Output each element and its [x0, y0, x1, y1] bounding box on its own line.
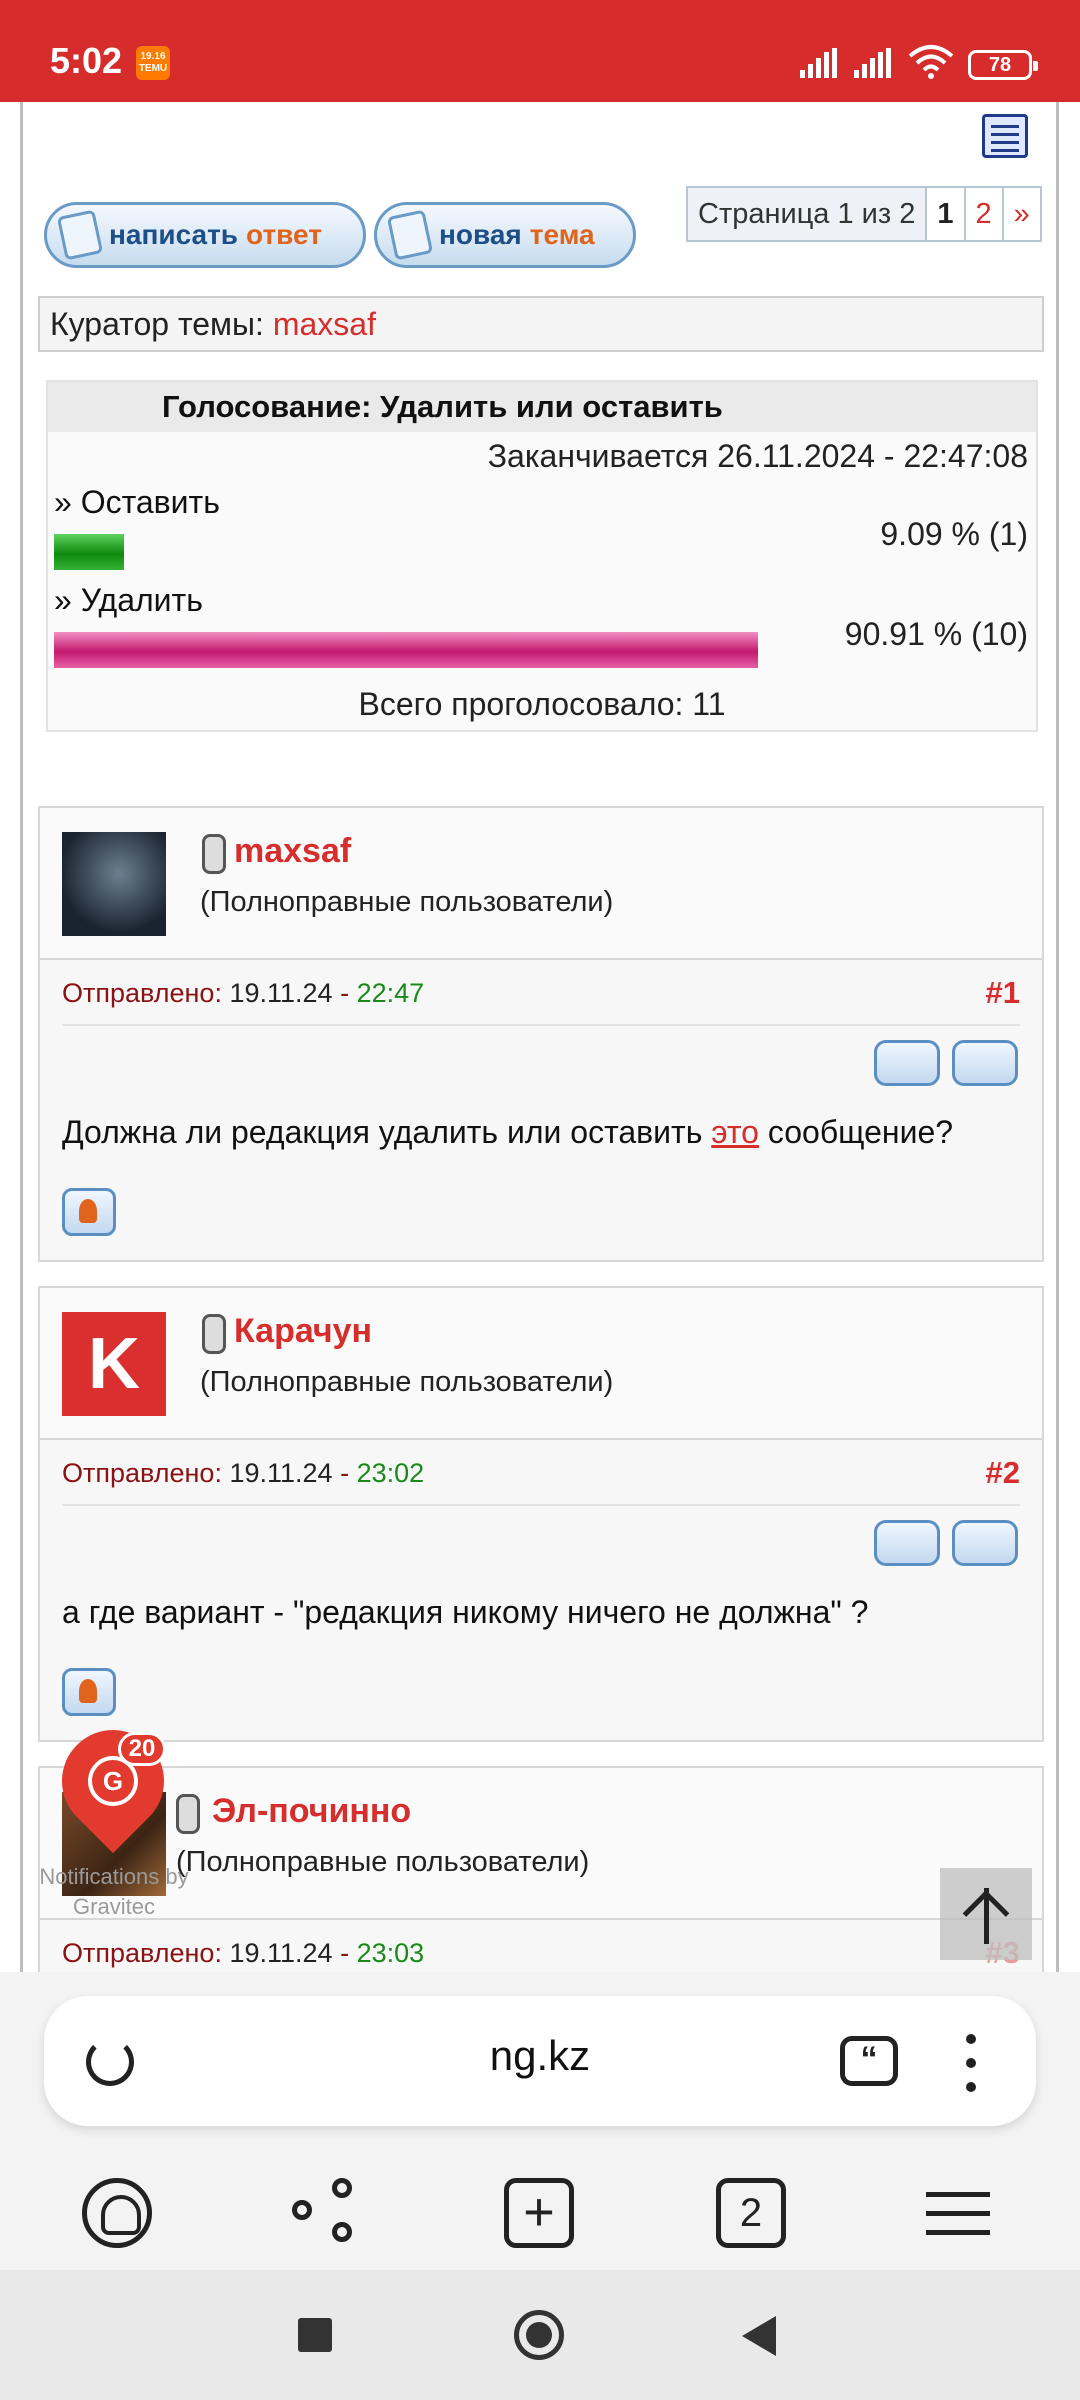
- page-icon: [386, 209, 434, 261]
- user-status-icon: [176, 1794, 200, 1834]
- poll-option-bar-delete: [54, 632, 758, 668]
- recents-button[interactable]: [298, 2318, 332, 2352]
- post-meta: Отправлено: 19.11.24 - 22:47 #1: [62, 960, 1020, 1026]
- post-meta: Отправлено: 19.11.24 - 23:03 #3: [62, 1920, 1020, 1972]
- more-options-icon[interactable]: [966, 2034, 976, 2092]
- quote-icon[interactable]: [952, 1520, 1018, 1566]
- home-icon[interactable]: [82, 2178, 152, 2248]
- poll: Голосование: Удалить или оставить Заканч…: [46, 380, 1038, 732]
- address-bar[interactable]: ng.kz “: [44, 1996, 1036, 2126]
- back-button[interactable]: [742, 2316, 776, 2356]
- user-status-icon: [202, 1314, 226, 1354]
- post-actions: [40, 1026, 1042, 1096]
- notification-count-badge: 20: [118, 1732, 166, 1766]
- page-icon: [56, 209, 104, 261]
- forum-post: K Карачун (Полноправные пользователи) От…: [38, 1286, 1044, 1742]
- post-body: Должна ли редакция удалить или оставить …: [62, 1114, 954, 1150]
- profile-icon[interactable]: [62, 1668, 116, 1716]
- poll-end-date: Заканчивается 26.11.2024 - 22:47:08: [487, 438, 1028, 474]
- battery-icon: 78: [968, 50, 1038, 80]
- topic-curator: Куратор темы: maxsaf: [38, 296, 1044, 352]
- post-actions: [40, 1506, 1042, 1576]
- reply-button[interactable]: написать ответ: [44, 202, 366, 268]
- clock: 5:02: [50, 40, 123, 81]
- curator-user-link[interactable]: maxsaf: [273, 306, 376, 342]
- new-topic-button[interactable]: новая тема: [374, 202, 636, 268]
- browser-toolbar: ng.kz “ + 2: [0, 1972, 1080, 2270]
- user-group: (Полноправные пользователи): [200, 886, 614, 918]
- home-button[interactable]: [514, 2310, 564, 2360]
- post-author-link[interactable]: Эл-починно: [212, 1792, 411, 1831]
- new-tab-icon[interactable]: +: [504, 2178, 574, 2248]
- pagination: Страница 1 из 2 1 2 »: [686, 186, 1042, 242]
- tabs-counter-button[interactable]: 2: [716, 2178, 786, 2248]
- forum-post: maxsaf (Полноправные пользователи) Отпра…: [38, 806, 1044, 1262]
- poll-option-bar-keep: [54, 534, 124, 570]
- scroll-to-top-button[interactable]: [940, 1868, 1032, 1960]
- poll-title: Голосование: Удалить или оставить: [48, 382, 1036, 432]
- poll-option-result: 9.09 % (1): [880, 516, 1028, 552]
- pagination-current-page: 1: [927, 188, 966, 240]
- poll-option-label: » Удалить: [54, 582, 203, 618]
- system-navigation-bar: [0, 2270, 1080, 2400]
- share-icon[interactable]: [292, 2178, 362, 2248]
- post-author-link[interactable]: maxsaf: [234, 832, 351, 871]
- edit-icon[interactable]: [874, 1040, 940, 1086]
- avatar[interactable]: K: [62, 1312, 166, 1416]
- page-frame-right: [1056, 102, 1059, 1972]
- wifi-icon: [908, 45, 954, 79]
- page-frame-left: [20, 102, 23, 1972]
- post-number-link[interactable]: #1: [986, 960, 1020, 1026]
- edit-icon[interactable]: [874, 1520, 940, 1566]
- post-footer: [40, 1182, 1042, 1248]
- profile-icon[interactable]: [62, 1188, 116, 1236]
- user-group: (Полноправные пользователи): [200, 1366, 614, 1398]
- user-group: (Полноправные пользователи): [176, 1846, 590, 1878]
- signal-icon: [800, 48, 837, 78]
- gravitec-label: Notifications by Gravitec: [39, 1864, 189, 1919]
- quote-icon[interactable]: [952, 1040, 1018, 1086]
- poll-option-result: 90.91 % (10): [844, 616, 1028, 652]
- pagination-page-2-link[interactable]: 2: [965, 188, 1004, 240]
- forum-page: написать ответ новая тема Страница 1 из …: [0, 102, 1080, 1972]
- post-number-link[interactable]: #2: [986, 1440, 1020, 1506]
- post-body-link[interactable]: это: [711, 1114, 759, 1150]
- post-header: K Карачун (Полноправные пользователи): [40, 1288, 1042, 1440]
- pagination-next-link[interactable]: »: [1003, 188, 1040, 240]
- temu-notification-icon: 19.16 TEMU: [136, 46, 170, 80]
- post-body: а где вариант - "редакция никому ничего …: [62, 1594, 869, 1630]
- pagination-label: Страница 1 из 2: [688, 188, 928, 240]
- reader-quote-icon[interactable]: “: [840, 2036, 898, 2086]
- post-header: maxsaf (Полноправные пользователи): [40, 808, 1042, 960]
- post-author-link[interactable]: Карачун: [234, 1312, 372, 1351]
- poll-total: Всего проголосовало: 11: [358, 686, 726, 722]
- post-footer: [40, 1662, 1042, 1728]
- poll-option-label: » Оставить: [54, 484, 220, 520]
- signal-icon-2: [854, 48, 891, 78]
- print-version-icon[interactable]: [982, 114, 1028, 158]
- post-meta: Отправлено: 19.11.24 - 23:02 #2: [62, 1440, 1020, 1506]
- avatar[interactable]: [62, 832, 166, 936]
- user-status-icon: [202, 834, 226, 874]
- hamburger-menu-icon[interactable]: [926, 2178, 996, 2248]
- status-bar: 5:02 19.16 TEMU 78: [0, 0, 1080, 102]
